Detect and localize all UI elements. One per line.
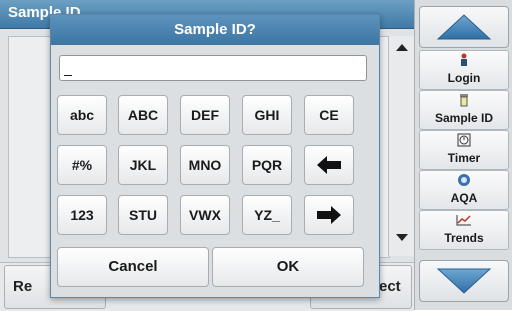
sidebar-item-label: Timer	[447, 151, 481, 165]
person-icon	[420, 53, 508, 70]
sidebar-item-trends[interactable]: Trends	[419, 210, 509, 250]
key-ABC[interactable]: ABC	[118, 95, 168, 135]
key-VWX[interactable]: VWX	[180, 195, 230, 235]
sidebar-item-sample-id[interactable]: Sample ID	[419, 90, 509, 130]
sample-vial-icon	[420, 93, 508, 110]
timer-icon	[420, 133, 508, 150]
down-arrow-icon	[436, 268, 492, 294]
text-caret	[64, 75, 72, 76]
sidebar-item-label: Trends	[444, 231, 484, 245]
sidebar-item-aqa[interactable]: AQA	[419, 170, 509, 210]
right-arrow-icon	[317, 206, 341, 224]
background-scrollbar[interactable]	[388, 36, 415, 256]
sidebar-item-label: AQA	[450, 191, 478, 205]
scroll-down-button[interactable]	[419, 260, 509, 302]
sidebar-item-timer[interactable]: Timer	[419, 130, 509, 170]
up-arrow-icon	[436, 14, 492, 40]
key-JKL[interactable]: JKL	[118, 145, 168, 185]
sidebar-item-label: Login	[447, 71, 481, 85]
left-arrow-icon	[317, 156, 341, 174]
key-DEF[interactable]: DEF	[180, 95, 230, 135]
sidebar: Login Sample ID Timer AQA Trends	[414, 0, 512, 310]
key-MNO[interactable]: MNO	[180, 145, 230, 185]
dialog-title: Sample ID?	[51, 15, 379, 45]
sample-id-input[interactable]	[59, 55, 367, 81]
key-PQR[interactable]: PQR	[242, 145, 292, 185]
key-abc[interactable]: abc	[57, 95, 107, 135]
key-YZ[interactable]: YZ_	[242, 195, 292, 235]
sidebar-item-label: Sample ID	[434, 111, 494, 125]
key-forward[interactable]	[304, 195, 354, 235]
sidebar-item-login[interactable]: Login	[419, 50, 509, 90]
trends-icon	[420, 213, 508, 230]
key-symbols[interactable]: #%	[57, 145, 107, 185]
key-clear-entry[interactable]: CE	[304, 95, 354, 135]
key-STU[interactable]: STU	[118, 195, 168, 235]
ok-button[interactable]: OK	[212, 247, 364, 287]
cancel-button[interactable]: Cancel	[57, 247, 209, 287]
scroll-up-button[interactable]	[419, 6, 509, 48]
scroll-arrows-icon	[396, 44, 408, 241]
sample-id-dialog: Sample ID? abc ABC DEF GHI CE #% JKL MNO…	[50, 14, 380, 298]
key-GHI[interactable]: GHI	[242, 95, 292, 135]
key-numeric[interactable]: 123	[57, 195, 107, 235]
aqa-icon	[420, 173, 508, 190]
key-backspace[interactable]	[304, 145, 354, 185]
